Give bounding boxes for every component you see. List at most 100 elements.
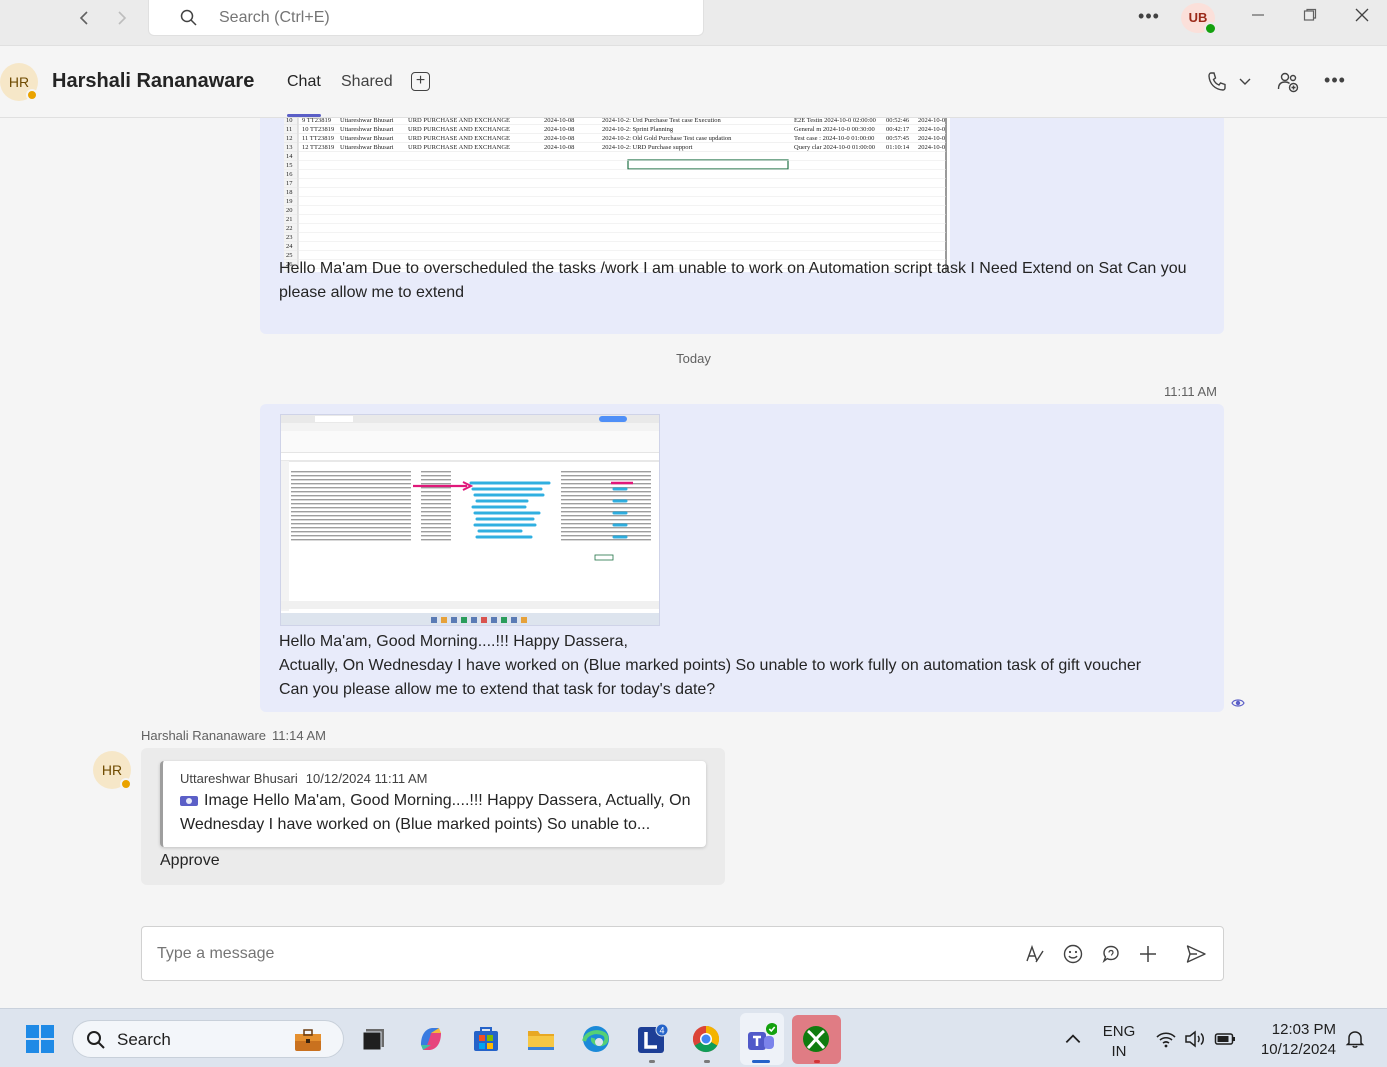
wifi-icon[interactable] xyxy=(1155,1029,1177,1049)
quote-timestamp: 10/12/2024 11:11 AM xyxy=(305,771,428,786)
more-options-icon[interactable]: ••• xyxy=(1323,70,1347,94)
global-search-input[interactable] xyxy=(219,4,679,32)
forward-arrow-icon[interactable] xyxy=(108,8,136,28)
sheet-row-number: 16 xyxy=(286,171,293,178)
maximize-icon[interactable] xyxy=(1290,4,1330,32)
message-input[interactable] xyxy=(157,941,977,967)
contact-initials: HR xyxy=(8,74,30,90)
tray-chevron-up-icon[interactable] xyxy=(1062,1029,1084,1049)
microsoft-store-icon[interactable] xyxy=(470,1023,502,1055)
battery-icon[interactable] xyxy=(1214,1029,1236,1049)
notification-badge-count: 4 xyxy=(659,1026,664,1036)
tab-shared[interactable]: Shared xyxy=(341,73,393,91)
region-code: IN xyxy=(1111,1043,1127,1060)
add-tab-icon[interactable]: + xyxy=(411,72,430,91)
user-initials: UB xyxy=(1188,10,1208,25)
l-app-icon[interactable]: 4 xyxy=(636,1023,668,1055)
presence-available-icon xyxy=(1204,22,1217,35)
system-clock[interactable]: 12:03 PM 10/12/2024 xyxy=(1254,1020,1336,1060)
tab-chat[interactable]: Chat xyxy=(287,73,321,91)
sheet-cell: 13 xyxy=(286,144,293,151)
add-people-icon[interactable] xyxy=(1276,70,1300,94)
sheet-cell: 2024-10-2: Old Gold Purchase Test case u… xyxy=(602,135,732,142)
title-bar: ••• UB xyxy=(0,0,1387,46)
sheet-cell: 2024-10-08 xyxy=(544,144,574,151)
sheet-cell: URD PURCHASE AND EXCHANGE xyxy=(408,135,510,142)
sheet-cell: 2024-10-0 xyxy=(918,126,945,133)
chevron-down-icon[interactable] xyxy=(1237,74,1253,90)
sheet-cell: 10 TT23819 xyxy=(302,126,334,133)
sheet-row-number: 23 xyxy=(286,234,293,241)
search-icon xyxy=(180,9,197,26)
sender-initials: HR xyxy=(101,762,123,778)
notification-bell-icon[interactable] xyxy=(1344,1029,1366,1049)
format-icon[interactable] xyxy=(1024,943,1046,965)
phone-icon[interactable] xyxy=(1205,70,1229,94)
chrome-browser-icon[interactable] xyxy=(690,1023,722,1055)
send-icon[interactable] xyxy=(1185,943,1207,965)
sheet-cell: E2E Testin 2024-10-0 02:00:00 xyxy=(794,118,876,124)
copilot-icon[interactable] xyxy=(415,1023,447,1055)
message-bubble-other[interactable]: Uttareshwar Bhusari 10/12/2024 11:11 AM I… xyxy=(141,748,725,885)
running-indicator xyxy=(649,1060,655,1063)
attached-image-screenshot[interactable] xyxy=(280,414,660,626)
active-tab-indicator xyxy=(287,114,321,117)
sheet-cell: Uttareshwar Bhusari xyxy=(340,118,394,124)
minimize-icon[interactable] xyxy=(1238,4,1278,32)
sender-name: Harshali Rananaware xyxy=(141,728,267,743)
seen-eye-icon xyxy=(1231,699,1245,707)
attach-plus-icon[interactable] xyxy=(1137,943,1159,965)
input-language[interactable]: ENG IN xyxy=(1100,1022,1138,1062)
loop-icon[interactable] xyxy=(1100,943,1122,965)
image-icon xyxy=(180,795,198,806)
sheet-cell: Query clar 2024-10-0 01:00:00 xyxy=(794,144,875,151)
quote-author-name: Uttareshwar Bhusari xyxy=(180,771,298,786)
message-bubble-self[interactable]: Hello Ma'am, Good Morning....!!! Happy D… xyxy=(260,404,1224,712)
windows-taskbar: Search 4 ENG IN 12:03 PM 10/12/2024 xyxy=(0,1008,1387,1067)
sheet-cell: 2024-10-0 xyxy=(918,118,945,124)
sheet-cell: 11 TT23819 xyxy=(302,135,334,142)
spreadsheet-image: 10 9 TT23819 Uttareshwar Bhusari URD PURCHA… xyxy=(284,118,950,272)
sheet-cell: 2024-10-0 xyxy=(918,135,945,142)
sheet-cell: 00:42:17 xyxy=(886,126,910,133)
running-indicator xyxy=(704,1060,710,1063)
quote-author: Uttareshwar Bhusari 10/12/2024 11:11 AM xyxy=(180,771,427,786)
message-text: Hello Ma'am Due to overscheduled the tas… xyxy=(279,260,1187,301)
windows-start-icon[interactable] xyxy=(25,1024,55,1054)
global-search[interactable] xyxy=(148,0,704,36)
teams-icon[interactable] xyxy=(745,1023,777,1055)
close-icon[interactable] xyxy=(1342,4,1382,32)
sheet-row-number: 17 xyxy=(286,180,293,187)
more-icon[interactable]: ••• xyxy=(1136,6,1162,28)
taskbar-search[interactable]: Search xyxy=(72,1020,344,1058)
sheet-cell: 2024-10-0 xyxy=(918,144,945,151)
presence-away-icon xyxy=(120,778,132,790)
contact-name[interactable]: Harshali Rananaware xyxy=(52,70,254,93)
back-arrow-icon[interactable] xyxy=(70,8,98,28)
sheet-cell: 12 xyxy=(286,135,293,142)
user-avatar[interactable]: UB xyxy=(1181,3,1217,35)
sheet-cell: 10 xyxy=(286,118,293,124)
task-view-icon[interactable] xyxy=(358,1023,390,1055)
xbox-icon[interactable] xyxy=(800,1023,832,1055)
compose-box[interactable] xyxy=(141,926,1224,981)
message-list[interactable]: 10 9 TT23819 Uttareshwar Bhusari URD PURCHA… xyxy=(0,118,1387,1008)
sheet-row-number: 15 xyxy=(286,162,293,169)
sheet-cell: 2024-10-2: Urd Purchase Test case Execut… xyxy=(602,118,721,124)
quoted-message[interactable]: Uttareshwar Bhusari 10/12/2024 11:11 AM I… xyxy=(160,761,706,847)
message-line: Hello Ma'am, Good Morning....!!! Happy D… xyxy=(279,633,628,650)
quote-text-body: Image Hello Ma'am, Good Morning....!!! H… xyxy=(180,792,691,833)
sheet-cell: 11 xyxy=(286,126,292,133)
sheet-row-number: 22 xyxy=(286,225,293,232)
sheet-cell: URD PURCHASE AND EXCHANGE xyxy=(408,144,510,151)
sheet-cell: 00:52:46 xyxy=(886,118,910,124)
emoji-icon[interactable] xyxy=(1062,943,1084,965)
volume-icon[interactable] xyxy=(1184,1029,1206,1049)
contact-avatar[interactable]: HR xyxy=(0,63,38,101)
attached-image-spreadsheet[interactable]: 10 9 TT23819 Uttareshwar Bhusari URD PURCHA… xyxy=(284,118,950,272)
sender-avatar[interactable]: HR xyxy=(93,751,132,790)
message-bubble-self[interactable]: 10 9 TT23819 Uttareshwar Bhusari URD PURCHA… xyxy=(260,118,1224,334)
message-text: Hello Ma'am, Good Morning....!!! Happy D… xyxy=(279,630,1209,702)
edge-browser-icon[interactable] xyxy=(580,1023,612,1055)
file-explorer-icon[interactable] xyxy=(525,1023,557,1055)
